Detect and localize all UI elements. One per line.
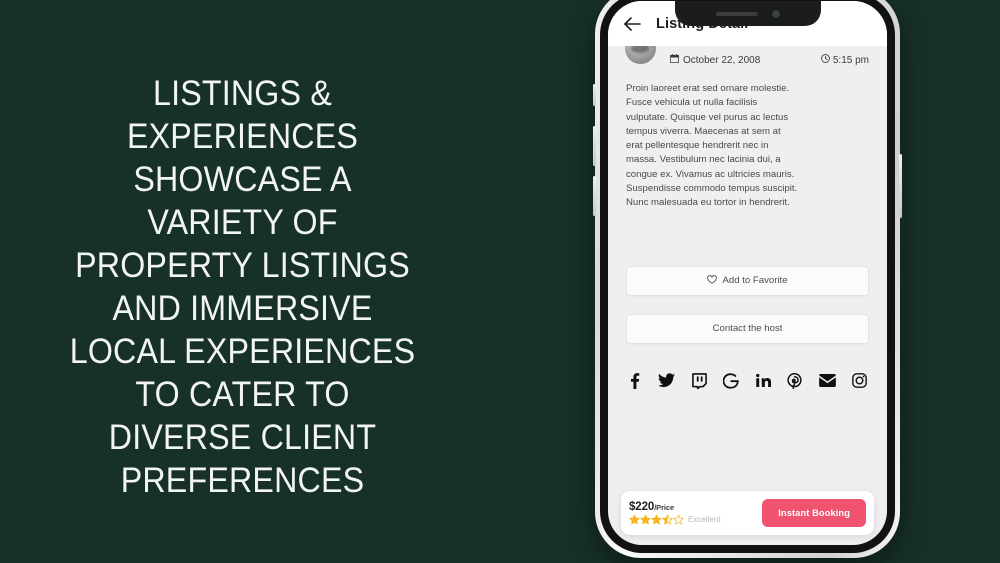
phone-notch xyxy=(674,1,821,26)
post-date-text: October 22, 2008 xyxy=(683,54,761,66)
heart-icon xyxy=(707,274,718,287)
price-unit: /Price xyxy=(654,503,675,512)
post-time-text: 5:15 pm xyxy=(832,54,869,66)
post-time: 5:15 pm xyxy=(821,54,869,66)
front-camera-icon xyxy=(771,9,780,18)
star-icon xyxy=(662,514,673,525)
star-icon xyxy=(651,514,662,525)
email-icon[interactable] xyxy=(818,374,836,388)
twitch-icon[interactable] xyxy=(691,372,707,389)
phone-mockup: Listing Detail xyxy=(593,0,902,558)
silent-switch-button[interactable] xyxy=(593,84,596,106)
twitter-icon[interactable] xyxy=(658,373,676,388)
facebook-icon[interactable] xyxy=(628,372,642,389)
back-arrow-icon[interactable] xyxy=(622,14,642,34)
rating-row: Excellent xyxy=(629,514,762,525)
action-button-group: Add to Favorite Contact the host xyxy=(622,265,873,344)
slide-canvas: LISTINGS & EXPERIENCES SHOWCASE A VARIET… xyxy=(0,0,1000,563)
listing-content: October 22, 2008 5:15 pm Proin laoreet e… xyxy=(608,33,887,389)
phone-screen: Listing Detail xyxy=(608,1,887,545)
pinterest-icon[interactable] xyxy=(787,372,802,389)
price-block: $220/Price Excellent xyxy=(629,501,762,525)
post-meta-row: October 22, 2008 5:15 pm xyxy=(622,33,873,73)
volume-up-button[interactable] xyxy=(593,126,596,166)
instant-booking-button[interactable]: Instant Booking xyxy=(762,499,866,527)
contact-the-host-button[interactable]: Contact the host xyxy=(626,313,869,344)
add-to-favorite-label: Add to Favorite xyxy=(722,275,788,287)
linkedin-icon[interactable] xyxy=(755,373,771,388)
contact-the-host-label: Contact the host xyxy=(712,323,783,335)
google-icon[interactable] xyxy=(723,373,740,389)
post-body-text: Proin laoreet erat sed ornare molestie. … xyxy=(626,83,798,209)
power-button[interactable] xyxy=(899,154,902,218)
clock-icon xyxy=(821,54,830,66)
star-rating xyxy=(629,514,684,525)
add-to-favorite-button[interactable]: Add to Favorite xyxy=(626,265,869,296)
star-icon xyxy=(629,514,640,525)
price-value: $220 xyxy=(629,501,655,513)
post-date: October 22, 2008 xyxy=(669,54,761,66)
rating-word: Excellent xyxy=(688,515,721,524)
booking-bottom-bar: $220/Price Excellent Instant Booking xyxy=(621,491,874,535)
instagram-icon[interactable] xyxy=(852,373,867,389)
star-icon xyxy=(673,514,684,525)
page-title: LISTINGS & EXPERIENCES SHOWCASE A VARIET… xyxy=(69,74,416,500)
volume-down-button[interactable] xyxy=(593,176,596,216)
price-line: $220/Price xyxy=(629,501,762,513)
calendar-icon xyxy=(669,54,680,66)
earpiece-speaker-icon xyxy=(715,11,758,16)
social-links-row xyxy=(622,372,873,389)
star-icon xyxy=(640,514,651,525)
